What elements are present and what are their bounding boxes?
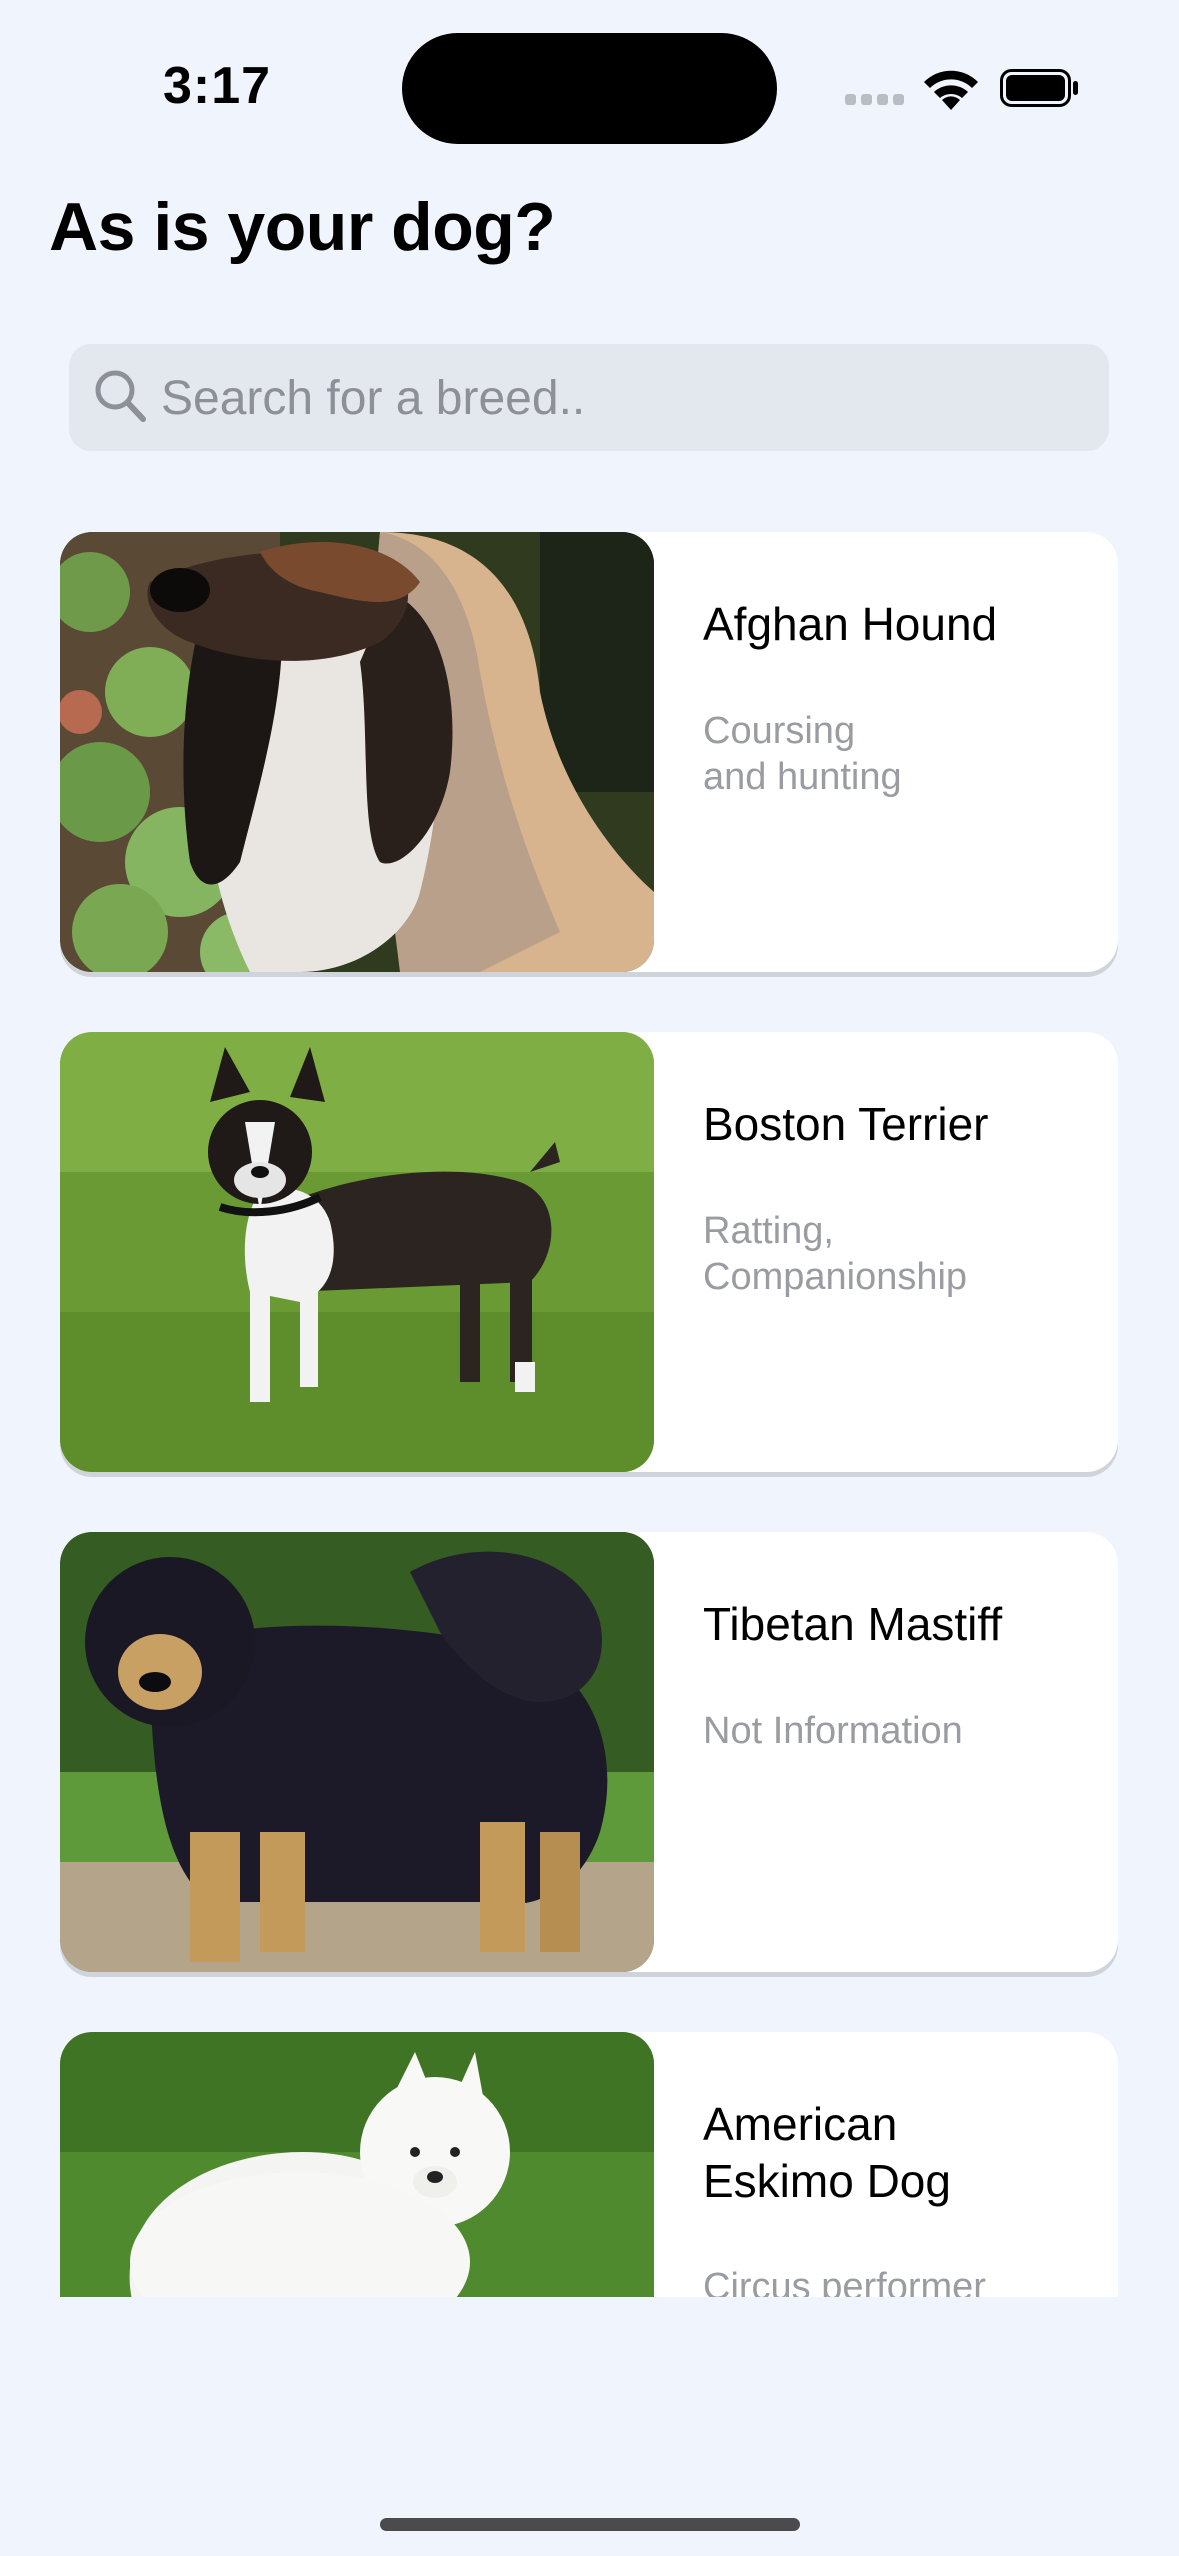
breed-name: Boston Terrier (703, 1098, 989, 1150)
status-bar: 3:17 (0, 0, 1179, 170)
breed-list[interactable]: Afghan Hound Coursing and hunting Boston… (0, 532, 1179, 2297)
tibetan-mastiff-photo (60, 1532, 654, 1972)
breed-group: Coursing and hunting (703, 710, 902, 798)
afghan-hound-photo (60, 532, 654, 972)
breed-group: Ratting, Companionship (703, 1210, 968, 1298)
breed-card[interactable]: Afghan Hound Coursing and hunting (60, 532, 1118, 972)
battery-icon (1000, 69, 1078, 107)
breed-card[interactable]: American Eskimo Dog Circus performer (60, 2032, 1118, 2297)
breed-group: Not Information (703, 1710, 963, 1752)
american-eskimo-dog-photo (60, 2032, 654, 2297)
home-indicator[interactable] (380, 2518, 800, 2531)
dynamic-island (402, 33, 777, 144)
breed-name: Tibetan Mastiff (703, 1598, 1003, 1650)
breed-card[interactable]: Tibetan Mastiff Not Information (60, 1532, 1118, 1972)
status-time: 3:17 (163, 57, 272, 115)
breed-card[interactable]: Boston Terrier Ratting, Companionship (60, 1032, 1118, 1472)
breed-name: Afghan Hound (703, 598, 998, 650)
search-icon (95, 370, 146, 422)
search-bar[interactable] (69, 344, 1109, 453)
breed-group: Circus performer (703, 2266, 986, 2297)
page-title: As is your dog? (49, 189, 556, 265)
boston-terrier-photo (60, 1032, 654, 1472)
cellular-signal-icon (845, 94, 905, 106)
search-input[interactable] (159, 344, 1083, 453)
breed-name: American Eskimo Dog (703, 2098, 951, 2207)
wifi-icon (924, 70, 978, 110)
